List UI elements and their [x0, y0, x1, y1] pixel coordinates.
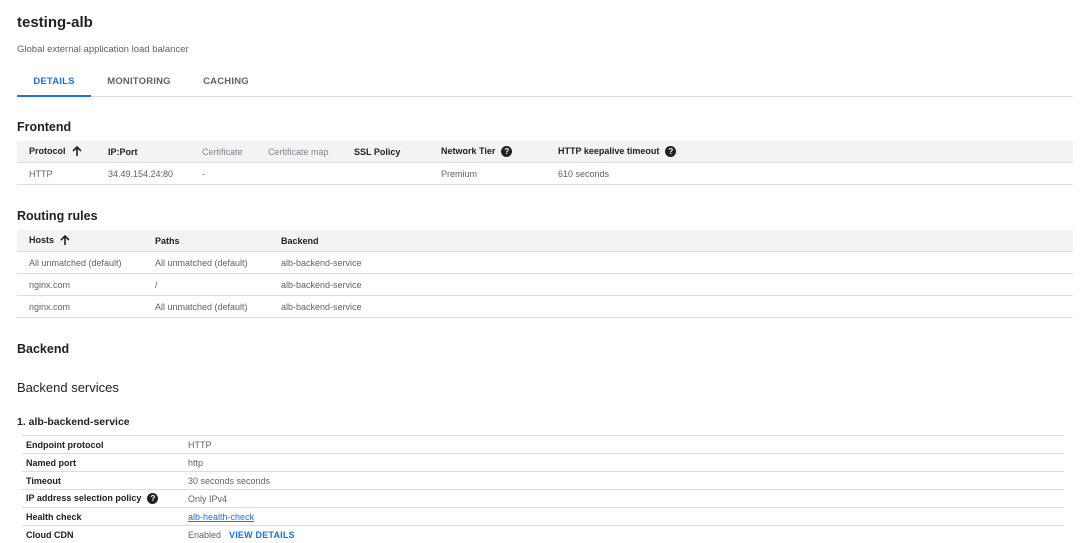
- column-header-protocol[interactable]: Protocol: [17, 141, 96, 163]
- cell-protocol: HTTP: [17, 163, 96, 185]
- health-check-link[interactable]: alb-health-check: [188, 512, 254, 522]
- backend-service-details: Endpoint protocol HTTP Named port http T…: [22, 435, 1064, 543]
- column-header-paths: Paths: [143, 230, 269, 252]
- detail-key: Cloud CDN: [22, 526, 188, 543]
- detail-key: Timeout: [22, 472, 188, 490]
- backend-services-heading: Backend services: [17, 380, 119, 395]
- column-header-hosts[interactable]: Hosts: [17, 230, 143, 252]
- detail-value: Enabled VIEW DETAILS: [188, 526, 1064, 543]
- column-header-ssl-policy: SSL Policy: [342, 141, 429, 163]
- table-row: nginx.com All unmatched (default) alb-ba…: [17, 296, 1073, 318]
- detail-key: Health check: [22, 508, 188, 526]
- cell-backend: alb-backend-service: [269, 252, 1073, 274]
- routing-rules-table: Hosts Paths Backend All unmatched (defau…: [17, 230, 1073, 318]
- tab-bar: DETAILS MONITORING CACHING: [17, 70, 1073, 97]
- cell-backend: alb-backend-service: [269, 296, 1073, 318]
- detail-row: Endpoint protocol HTTP: [22, 436, 1064, 454]
- arrow-up-icon: [60, 235, 70, 246]
- cell-path: All unmatched (default): [143, 296, 269, 318]
- help-icon[interactable]: ?: [147, 493, 158, 504]
- table-header-row: Hosts Paths Backend: [17, 230, 1073, 252]
- column-header-network-tier: Network Tier?: [429, 141, 546, 163]
- table-row: HTTP 34.49.154.24:80 - Premium 610 secon…: [17, 163, 1073, 185]
- detail-value: alb-health-check: [188, 508, 1064, 526]
- column-header-backend: Backend: [269, 230, 1073, 252]
- cell-certificate-map: [256, 163, 342, 185]
- detail-row: Named port http: [22, 454, 1064, 472]
- detail-row: Cloud CDN Enabled VIEW DETAILS: [22, 526, 1064, 543]
- cell-certificate: -: [190, 163, 256, 185]
- cell-host: nginx.com: [17, 274, 143, 296]
- cell-host: nginx.com: [17, 296, 143, 318]
- cell-path: All unmatched (default): [143, 252, 269, 274]
- table-header-row: Protocol IP:Port Certificate Certificate…: [17, 141, 1073, 163]
- cell-host: All unmatched (default): [17, 252, 143, 274]
- detail-value: 30 seconds seconds: [188, 472, 1064, 490]
- tab-caching[interactable]: CACHING: [195, 70, 257, 96]
- tab-monitoring[interactable]: MONITORING: [97, 70, 181, 96]
- page-title: testing-alb: [17, 14, 93, 31]
- tab-details[interactable]: DETAILS: [17, 70, 91, 97]
- cdn-status: Enabled: [188, 530, 221, 540]
- detail-row: IP address selection policy? Only IPv4: [22, 490, 1064, 508]
- frontend-table: Protocol IP:Port Certificate Certificate…: [17, 141, 1073, 185]
- cell-path: /: [143, 274, 269, 296]
- backend-service-title: 1. alb-backend-service: [17, 416, 130, 428]
- page-subtitle: Global external application load balance…: [17, 44, 189, 55]
- cell-ssl-policy: [342, 163, 429, 185]
- detail-key: Named port: [22, 454, 188, 472]
- detail-key: IP address selection policy?: [22, 490, 188, 508]
- help-icon[interactable]: ?: [501, 146, 512, 157]
- detail-key: Endpoint protocol: [22, 436, 188, 454]
- detail-value: http: [188, 454, 1064, 472]
- frontend-heading: Frontend: [17, 120, 71, 134]
- detail-value: HTTP: [188, 436, 1064, 454]
- cell-backend: alb-backend-service: [269, 274, 1073, 296]
- cell-network-tier: Premium: [429, 163, 546, 185]
- backend-heading: Backend: [17, 342, 69, 356]
- cell-keepalive: 610 seconds: [546, 163, 1073, 185]
- detail-row: Timeout 30 seconds seconds: [22, 472, 1064, 490]
- column-header-keepalive: HTTP keepalive timeout?: [546, 141, 1073, 163]
- detail-value: Only IPv4: [188, 490, 1064, 508]
- routing-rules-heading: Routing rules: [17, 209, 98, 223]
- help-icon[interactable]: ?: [665, 146, 676, 157]
- table-row: All unmatched (default) All unmatched (d…: [17, 252, 1073, 274]
- column-header-certificate-map: Certificate map: [256, 141, 342, 163]
- detail-row: Health check alb-health-check: [22, 508, 1064, 526]
- arrow-up-icon: [72, 146, 82, 157]
- view-details-button[interactable]: VIEW DETAILS: [229, 530, 295, 540]
- column-header-certificate: Certificate: [190, 141, 256, 163]
- table-row: nginx.com / alb-backend-service: [17, 274, 1073, 296]
- column-header-ip-port: IP:Port: [96, 141, 190, 163]
- cell-ip-port: 34.49.154.24:80: [96, 163, 190, 185]
